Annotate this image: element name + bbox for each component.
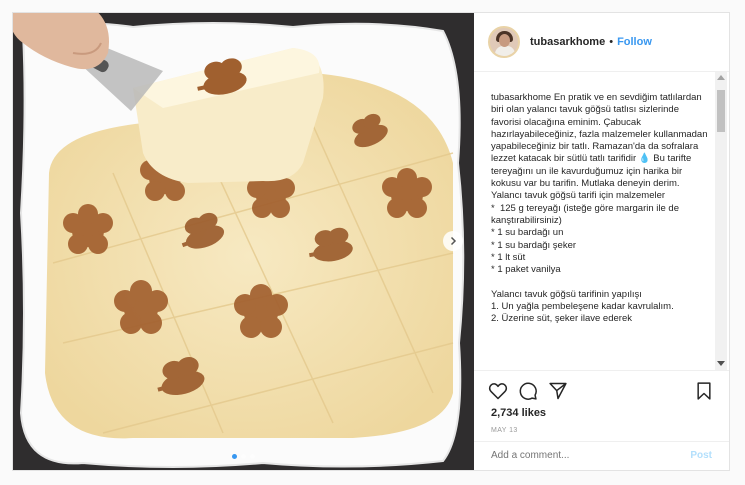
avatar[interactable]	[488, 26, 520, 58]
post-sidebar: tubasarkhome • Follow tubasarkhome En pr…	[474, 13, 729, 470]
share-icon	[549, 382, 567, 400]
follow-button[interactable]: Follow	[617, 36, 652, 48]
post-comment-button[interactable]: Post	[690, 450, 712, 461]
comment-bar: Post	[474, 441, 729, 471]
carousel-dot	[232, 454, 237, 459]
carousel-indicator	[13, 454, 474, 459]
username-link[interactable]: tubasarkhome	[530, 36, 605, 48]
comment-input[interactable]	[491, 450, 671, 461]
save-button[interactable]	[694, 381, 714, 401]
post-header: tubasarkhome • Follow	[474, 13, 729, 72]
separator-dot: •	[609, 36, 614, 48]
next-slide-button[interactable]	[443, 231, 463, 251]
caption-scrollbar[interactable]	[715, 72, 727, 370]
carousel-dot	[250, 454, 255, 459]
caption-scroll-area[interactable]: tubasarkhome En pratik ve en sevdiğim ta…	[474, 72, 729, 370]
post-caption: tubasarkhome En pratik ve en sevdiğim ta…	[491, 92, 708, 325]
like-button[interactable]	[488, 381, 508, 401]
post-photo[interactable]	[13, 13, 474, 470]
scroll-up-arrow-icon[interactable]	[717, 75, 725, 80]
dessert-photo-illustration	[13, 13, 474, 470]
scroll-down-arrow-icon[interactable]	[717, 361, 725, 366]
instagram-post: tubasarkhome • Follow tubasarkhome En pr…	[12, 12, 730, 471]
share-button[interactable]	[548, 381, 568, 401]
comment-button[interactable]	[518, 381, 538, 401]
action-icons	[488, 381, 716, 401]
bookmark-icon	[697, 382, 711, 400]
post-actions: 2,734 likes MAY 13 Post	[474, 370, 729, 471]
comment-icon	[519, 382, 537, 400]
scrollbar-thumb[interactable]	[717, 90, 725, 132]
heart-icon	[488, 383, 508, 400]
carousel-dot	[241, 454, 246, 459]
post-date[interactable]: MAY 13	[491, 427, 518, 434]
likes-count[interactable]: 2,734 likes	[491, 407, 546, 419]
chevron-right-icon	[450, 236, 457, 246]
